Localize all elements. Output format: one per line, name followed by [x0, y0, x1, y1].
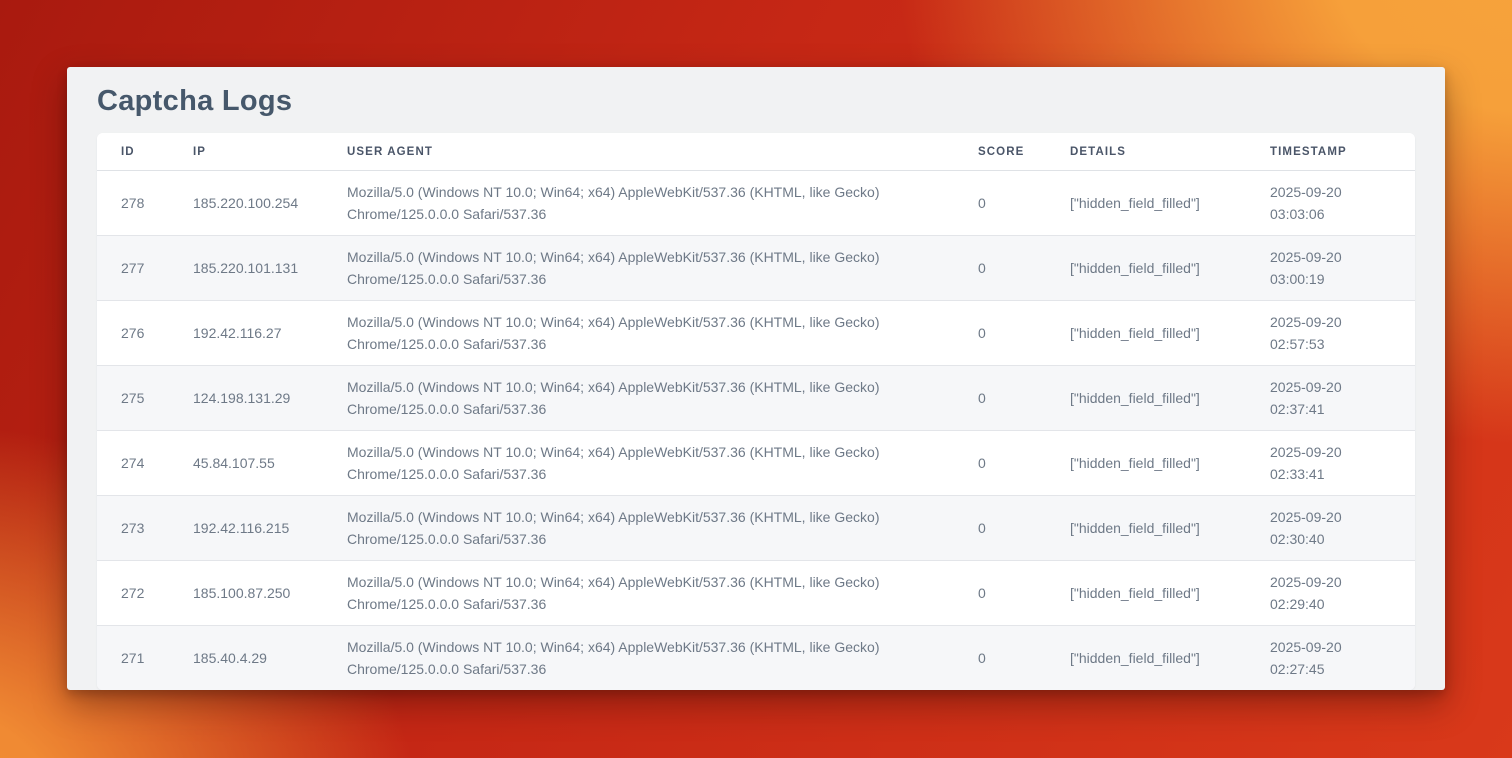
cell-score: 0 — [978, 431, 1070, 496]
table-row: 274 45.84.107.55 Mozilla/5.0 (Windows NT… — [97, 431, 1415, 496]
cell-user-agent: Mozilla/5.0 (Windows NT 10.0; Win64; x64… — [347, 496, 978, 561]
cell-timestamp: 2025-09-20 02:33:41 — [1270, 431, 1415, 496]
cell-user-agent: Mozilla/5.0 (Windows NT 10.0; Win64; x64… — [347, 561, 978, 626]
table-row: 278 185.220.100.254 Mozilla/5.0 (Windows… — [97, 171, 1415, 236]
cell-timestamp: 2025-09-20 02:57:53 — [1270, 301, 1415, 366]
cell-details: ["hidden_field_filled"] — [1070, 171, 1270, 236]
cell-details: ["hidden_field_filled"] — [1070, 626, 1270, 691]
cell-timestamp: 2025-09-20 02:30:40 — [1270, 496, 1415, 561]
column-header-details: DETAILS — [1070, 133, 1270, 171]
cell-ip: 192.42.116.215 — [193, 496, 347, 561]
table-row: 275 124.198.131.29 Mozilla/5.0 (Windows … — [97, 366, 1415, 431]
table-row: 277 185.220.101.131 Mozilla/5.0 (Windows… — [97, 236, 1415, 301]
logs-table-panel: ID IP USER AGENT SCORE DETAILS TIMESTAMP… — [97, 133, 1415, 690]
cell-user-agent: Mozilla/5.0 (Windows NT 10.0; Win64; x64… — [347, 301, 978, 366]
cell-id: 272 — [97, 561, 193, 626]
cell-user-agent: Mozilla/5.0 (Windows NT 10.0; Win64; x64… — [347, 236, 978, 301]
captcha-logs-card: Captcha Logs ID IP USER AGENT SCORE DETA… — [67, 67, 1445, 690]
table-row: 272 185.100.87.250 Mozilla/5.0 (Windows … — [97, 561, 1415, 626]
cell-timestamp: 2025-09-20 03:00:19 — [1270, 236, 1415, 301]
cell-details: ["hidden_field_filled"] — [1070, 431, 1270, 496]
cell-user-agent: Mozilla/5.0 (Windows NT 10.0; Win64; x64… — [347, 366, 978, 431]
cell-score: 0 — [978, 626, 1070, 691]
cell-score: 0 — [978, 496, 1070, 561]
cell-details: ["hidden_field_filled"] — [1070, 366, 1270, 431]
column-header-id: ID — [97, 133, 193, 171]
cell-score: 0 — [978, 171, 1070, 236]
cell-id: 277 — [97, 236, 193, 301]
cell-ip: 45.84.107.55 — [193, 431, 347, 496]
cell-score: 0 — [978, 301, 1070, 366]
cell-score: 0 — [978, 561, 1070, 626]
cell-user-agent: Mozilla/5.0 (Windows NT 10.0; Win64; x64… — [347, 171, 978, 236]
cell-timestamp: 2025-09-20 03:03:06 — [1270, 171, 1415, 236]
cell-ip: 124.198.131.29 — [193, 366, 347, 431]
page-title: Captcha Logs — [97, 84, 1415, 118]
table-row: 271 185.40.4.29 Mozilla/5.0 (Windows NT … — [97, 626, 1415, 691]
table-body: 278 185.220.100.254 Mozilla/5.0 (Windows… — [97, 171, 1415, 691]
cell-user-agent: Mozilla/5.0 (Windows NT 10.0; Win64; x64… — [347, 626, 978, 691]
table-row: 273 192.42.116.215 Mozilla/5.0 (Windows … — [97, 496, 1415, 561]
column-header-timestamp: TIMESTAMP — [1270, 133, 1415, 171]
cell-id: 274 — [97, 431, 193, 496]
cell-ip: 185.220.100.254 — [193, 171, 347, 236]
column-header-user-agent: USER AGENT — [347, 133, 978, 171]
cell-timestamp: 2025-09-20 02:27:45 — [1270, 626, 1415, 691]
cell-timestamp: 2025-09-20 02:29:40 — [1270, 561, 1415, 626]
column-header-ip: IP — [193, 133, 347, 171]
cell-id: 276 — [97, 301, 193, 366]
cell-timestamp: 2025-09-20 02:37:41 — [1270, 366, 1415, 431]
cell-id: 273 — [97, 496, 193, 561]
cell-ip: 185.100.87.250 — [193, 561, 347, 626]
cell-details: ["hidden_field_filled"] — [1070, 496, 1270, 561]
cell-details: ["hidden_field_filled"] — [1070, 236, 1270, 301]
cell-ip: 192.42.116.27 — [193, 301, 347, 366]
table-row: 276 192.42.116.27 Mozilla/5.0 (Windows N… — [97, 301, 1415, 366]
table-header: ID IP USER AGENT SCORE DETAILS TIMESTAMP — [97, 133, 1415, 171]
cell-user-agent: Mozilla/5.0 (Windows NT 10.0; Win64; x64… — [347, 431, 978, 496]
cell-ip: 185.40.4.29 — [193, 626, 347, 691]
page-background: { "page": { "title": "Captcha Logs" }, "… — [0, 0, 1512, 758]
cell-ip: 185.220.101.131 — [193, 236, 347, 301]
cell-details: ["hidden_field_filled"] — [1070, 561, 1270, 626]
column-header-score: SCORE — [978, 133, 1070, 171]
cell-id: 275 — [97, 366, 193, 431]
cell-id: 271 — [97, 626, 193, 691]
cell-id: 278 — [97, 171, 193, 236]
cell-score: 0 — [978, 366, 1070, 431]
captcha-logs-table: ID IP USER AGENT SCORE DETAILS TIMESTAMP… — [97, 133, 1415, 690]
cell-details: ["hidden_field_filled"] — [1070, 301, 1270, 366]
cell-score: 0 — [978, 236, 1070, 301]
table-header-row: ID IP USER AGENT SCORE DETAILS TIMESTAMP — [97, 133, 1415, 171]
